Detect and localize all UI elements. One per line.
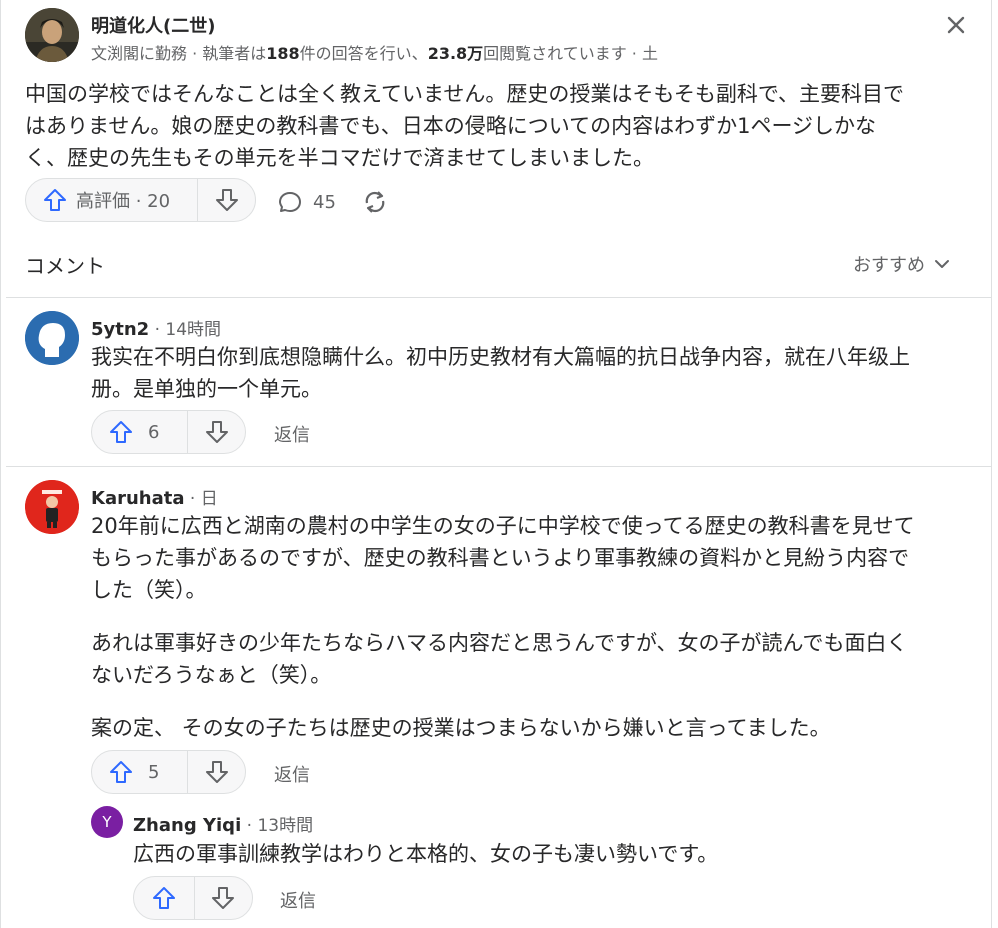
comment-line: した（笑）。 xyxy=(91,578,207,602)
upvote-button[interactable]: 5 xyxy=(92,751,187,793)
answer-panel: 明道化人(二世) 文渕閣に勤務 · 執筆者は188件の回答を行い、23.8万回閲… xyxy=(0,0,992,928)
comment-line: 案の定、 その女の子たちは歴史の授業はつまらないから嫌いと言ってました。 xyxy=(91,716,831,740)
comment-body: あれは軍事好きの少年たちならハマる内容だと思うんですが、女の子が読んでも面白く … xyxy=(91,627,907,691)
comment-body: 我实在不明白你到底想隐瞒什么。初中历史教材有大篇幅的抗日战争内容，就在八年级上 … xyxy=(91,341,910,405)
comments-title: コメント xyxy=(25,254,105,278)
sort-dropdown[interactable]: おすすめ xyxy=(853,251,951,277)
divider xyxy=(6,466,992,467)
upvote-count: 5 xyxy=(148,761,160,783)
avatar-letter: Y xyxy=(102,813,112,831)
comment-body: 案の定、 その女の子たちは歴史の授業はつまらないから嫌いと言ってました。 xyxy=(91,712,831,744)
commenter-avatar[interactable] xyxy=(25,311,79,365)
downvote-arrow-icon xyxy=(212,887,235,909)
upvote-arrow-icon xyxy=(153,887,175,909)
answer-vote-pill: 高評価 · 20 xyxy=(25,178,256,222)
downvote-button[interactable] xyxy=(188,751,245,793)
comment-body: 広西の軍事訓練教学はわりと本格的、女の子も凄い勢いです。 xyxy=(133,838,718,870)
sort-label: おすすめ xyxy=(853,255,925,276)
upvote-arrow-icon xyxy=(110,421,132,443)
comment-line: ないだろうなぁと（笑）。 xyxy=(91,663,332,687)
downvote-button[interactable] xyxy=(195,877,252,919)
divider xyxy=(6,297,992,298)
downvote-arrow-icon xyxy=(205,761,228,783)
answer-line: はありません。娘の歴史の教科書でも、日本の侵略についての内容はわずか1ページしか… xyxy=(25,114,877,138)
close-icon[interactable] xyxy=(941,10,971,40)
comment-line: 広西の軍事訓練教学はわりと本格的、女の子も凄い勢いです。 xyxy=(133,842,719,866)
author-avatar[interactable] xyxy=(25,8,79,62)
comment-body: 20年前に広西と湖南の農村の中学生の女の子に中学校で使ってる歴史の教科書を見せて… xyxy=(91,510,915,606)
upvote-button[interactable]: 高評価 · 20 xyxy=(26,179,197,221)
commenter-avatar[interactable]: Y xyxy=(91,806,123,838)
reply-button[interactable]: 返信 xyxy=(274,421,310,447)
downvote-button[interactable] xyxy=(198,179,255,221)
upvote-arrow-icon xyxy=(110,761,132,783)
comment-line: あれは軍事好きの少年たちならハマる内容だと思うんですが、女の子が読んでも面白く xyxy=(91,631,908,655)
upvote-button[interactable]: 6 xyxy=(92,411,187,453)
commenter-name: Zhang Yiqi · 13時間 xyxy=(133,815,314,836)
commenter-name: 5ytn2 · 14時間 xyxy=(91,319,222,340)
author-credential: 文渕閣に勤務 · 執筆者は188件の回答を行い、23.8万回閲覧されています ·… xyxy=(91,44,658,63)
comment-vote-pill: 5 xyxy=(91,750,246,794)
comment-bubble-icon xyxy=(279,192,301,212)
upvote-count: 6 xyxy=(148,421,160,443)
chevron-down-icon xyxy=(935,260,949,268)
reply-button[interactable]: 返信 xyxy=(274,761,310,787)
downvote-arrow-icon xyxy=(215,189,238,211)
upvote-label: 高評価 · 20 xyxy=(76,191,171,212)
comment-line: 我实在不明白你到底想隐瞒什么。初中历史教材有大篇幅的抗日战争内容，就在八年级上 xyxy=(91,345,910,369)
repost-icon xyxy=(365,191,385,213)
comment-line: もらった事があるのですが、歴史の教科書というより軍事教練の資料かと見紛う内容で xyxy=(91,546,910,570)
comment-line: 20年前に広西と湖南の農村の中学生の女の子に中学校で使ってる歴史の教科書を見せて xyxy=(91,514,915,538)
answer-line: 中国の学校ではそんなことは全く教えていません。歴史の授業はそもそも副科で、主要科… xyxy=(25,82,905,106)
comment-vote-pill xyxy=(133,876,253,920)
answer-line: く、歴史の先生もその単元を半コマだけで済ませてしまいました。 xyxy=(25,146,654,170)
answer-body: 中国の学校ではそんなことは全く教えていません。歴史の授業はそもそも副科で、主要科… xyxy=(25,78,975,174)
upvote-arrow-icon xyxy=(44,189,66,211)
author-name[interactable]: 明道化人(二世) xyxy=(91,12,215,38)
share-button[interactable] xyxy=(361,188,389,216)
comment-line: 册。是单独的一个单元。 xyxy=(91,377,322,401)
upvote-button[interactable] xyxy=(134,877,194,919)
comment-vote-pill: 6 xyxy=(91,410,246,454)
reply-button[interactable]: 返信 xyxy=(280,887,316,913)
commenter-name: Karuhata · 日 xyxy=(91,488,218,509)
downvote-button[interactable] xyxy=(188,411,245,453)
comment-count: 45 xyxy=(313,191,336,213)
commenter-avatar[interactable] xyxy=(25,480,79,534)
downvote-arrow-icon xyxy=(205,421,228,443)
comment-button[interactable]: 45 xyxy=(277,189,336,215)
